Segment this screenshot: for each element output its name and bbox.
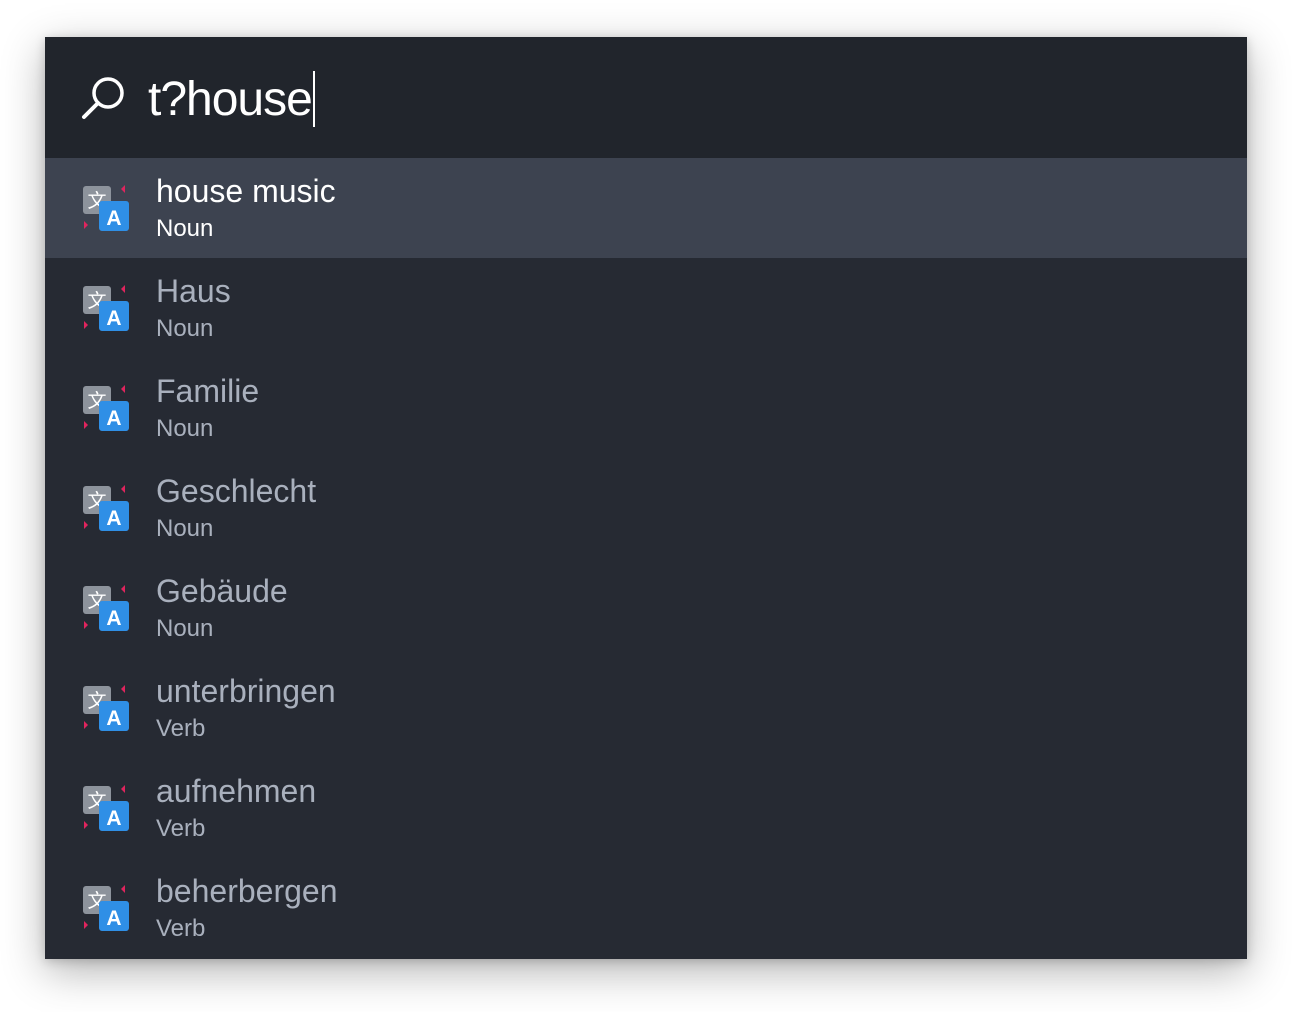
result-subtitle: Noun xyxy=(156,615,214,642)
svg-text:A: A xyxy=(106,307,121,330)
result-row[interactable]: 文A aufnehmen Verb xyxy=(45,758,1247,858)
result-title: Familie xyxy=(156,373,260,409)
translate-icon: 文A xyxy=(81,683,131,733)
translate-icon: 文A xyxy=(81,183,131,233)
svg-text:A: A xyxy=(106,707,121,730)
result-row[interactable]: 文A unterbringen Verb xyxy=(45,658,1247,758)
svg-text:A: A xyxy=(106,407,121,430)
result-title: unterbringen xyxy=(156,673,336,709)
result-row[interactable]: 文A house music Noun xyxy=(45,158,1247,258)
result-subtitle: Verb xyxy=(156,715,206,742)
svg-text:A: A xyxy=(106,507,121,530)
translate-icon: 文A xyxy=(81,283,131,333)
result-title: Geschlecht xyxy=(156,473,317,509)
search-input[interactable]: t?house xyxy=(148,67,315,131)
result-subtitle: Noun xyxy=(156,315,214,342)
search-bar: t?house xyxy=(45,37,1247,158)
svg-text:A: A xyxy=(106,807,121,830)
result-row[interactable]: 文A Haus Noun xyxy=(45,258,1247,358)
magnifier-icon xyxy=(79,73,129,123)
svg-text:A: A xyxy=(106,607,121,630)
result-subtitle: Noun xyxy=(156,515,214,542)
result-subtitle: Noun xyxy=(156,215,214,242)
launcher-window: t?house 文A house music Noun 文A Haus Noun… xyxy=(45,37,1247,959)
result-row[interactable]: 文A beherbergen Verb xyxy=(45,858,1247,958)
translate-icon: 文A xyxy=(81,583,131,633)
result-subtitle: Noun xyxy=(156,415,214,442)
result-title: Haus xyxy=(156,273,231,309)
result-title: beherbergen xyxy=(156,873,338,909)
result-row[interactable]: 文A Familie Noun xyxy=(45,358,1247,458)
translate-icon: 文A xyxy=(81,483,131,533)
translate-icon: 文A xyxy=(81,883,131,933)
svg-text:A: A xyxy=(106,907,121,930)
results-list: 文A house music Noun 文A Haus Noun 文A Fami… xyxy=(45,158,1247,959)
translate-icon: 文A xyxy=(81,383,131,433)
search-query: t?house xyxy=(148,72,313,126)
result-subtitle: Verb xyxy=(156,915,206,942)
svg-text:A: A xyxy=(106,207,121,230)
result-title: aufnehmen xyxy=(156,773,317,809)
translate-icon: 文A xyxy=(81,783,131,833)
result-row[interactable]: 文A Geschlecht Noun xyxy=(45,458,1247,558)
result-title: Gebäude xyxy=(156,573,288,609)
result-row[interactable]: 文A Gebäude Noun xyxy=(45,558,1247,658)
result-title: house music xyxy=(156,173,336,209)
result-subtitle: Verb xyxy=(156,815,206,842)
text-caret xyxy=(312,71,315,127)
